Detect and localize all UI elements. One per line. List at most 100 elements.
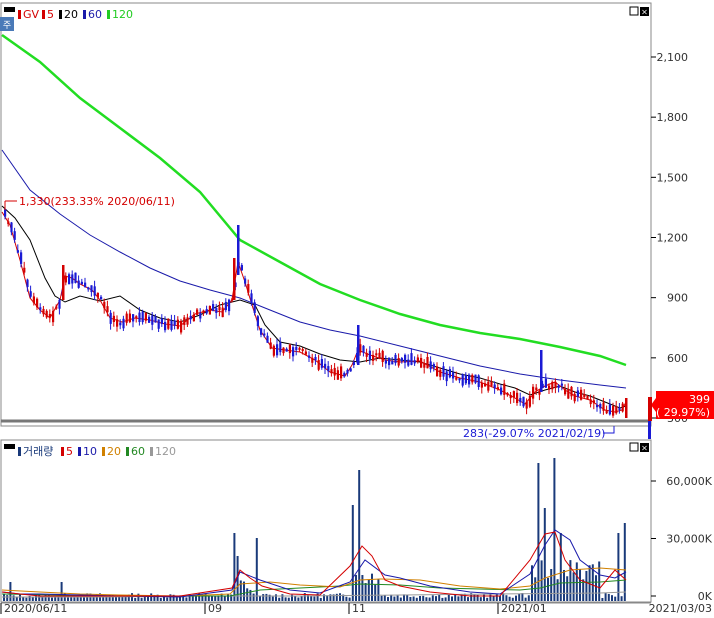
volume-bar (287, 597, 290, 601)
volume-bar (185, 597, 188, 601)
volume-y-tick-label: 60,000K (666, 475, 712, 488)
candle-body (263, 333, 266, 336)
volume-bar (422, 595, 425, 601)
candle-body (32, 296, 35, 304)
candle-body (525, 401, 528, 409)
y-tick-label: 600 (667, 352, 688, 365)
legend-item[interactable]: 20 (64, 8, 78, 21)
legend-item[interactable]: 거래량 (23, 445, 53, 458)
candle-body (357, 325, 360, 365)
volume-bar (572, 572, 575, 601)
legend-item[interactable]: 10 (83, 445, 97, 458)
volume-bar (278, 597, 281, 601)
volume-bar (444, 597, 447, 601)
candle-body (16, 250, 19, 253)
volume-bar (438, 594, 441, 601)
high-annotation: 1,330(233.33% 2020/06/11) (19, 195, 175, 208)
candle-body (29, 291, 32, 297)
volume-bar (415, 597, 418, 601)
candle-body (608, 404, 611, 415)
volume-bar (579, 569, 581, 601)
candle-body (394, 354, 397, 364)
volume-bar (60, 582, 63, 601)
volume-bar (399, 597, 402, 601)
legend-item[interactable]: 5 (47, 8, 54, 21)
volume-bar (124, 596, 127, 601)
candle-body (52, 310, 55, 323)
candle-body (576, 390, 579, 397)
maximize-icon[interactable] (629, 6, 639, 16)
candle-body (96, 292, 99, 298)
candle-body (20, 252, 23, 264)
volume-bar (547, 577, 549, 601)
volume-bar (275, 594, 277, 601)
volume-bar (207, 596, 210, 601)
candle-body (560, 383, 563, 386)
legend-item[interactable]: 120 (112, 8, 133, 21)
panel-menu-icon[interactable] (4, 7, 15, 12)
candle-body (493, 384, 496, 389)
candle-body (496, 387, 499, 390)
volume-bar (559, 533, 562, 601)
candle-body (314, 356, 317, 361)
x-label-1: 2020/06/11 (4, 602, 67, 615)
candle-body (455, 377, 458, 380)
candle-body (404, 354, 407, 363)
candle-body (474, 374, 477, 383)
volume-bar (150, 593, 153, 601)
stock-chart[interactable]: 주 × GV 5 20 60 120 1,330(233.33% 2020/06/11)… (0, 0, 714, 618)
volume-maximize-icon[interactable] (629, 442, 639, 452)
volume-menu-icon[interactable] (4, 444, 15, 449)
price-panel[interactable]: 주 × GV 5 20 60 120 1,330(233.33% 2020/06/11)… (0, 2, 652, 440)
volume-panel[interactable]: × 거래량 5 10 20 60 120 (0, 439, 652, 603)
candle-body (439, 369, 442, 377)
volume-bar (361, 575, 364, 601)
candle-body (426, 356, 429, 369)
candle-body (93, 286, 96, 296)
legend-item[interactable]: 60 (88, 8, 102, 21)
candle-body (212, 304, 215, 311)
price-legend: GV 5 20 60 120 (18, 8, 133, 21)
candle-body (336, 370, 339, 380)
volume-bar (214, 596, 217, 601)
candle-body (445, 371, 448, 382)
volume-bar (419, 595, 421, 601)
legend-item[interactable]: 120 (155, 445, 176, 458)
volume-bar (620, 596, 623, 601)
y-tick-label: 1,200 (657, 232, 689, 245)
candle-body (368, 350, 371, 360)
volume-bar (371, 573, 373, 601)
volume-bar (259, 595, 261, 601)
candle-body (138, 312, 141, 322)
legend-swatch (18, 447, 21, 456)
candle-body (436, 366, 439, 377)
legend-item[interactable]: 60 (131, 445, 145, 458)
volume-bar (12, 595, 15, 601)
volume-bar (431, 595, 434, 601)
candle-body (381, 350, 384, 363)
legend-item[interactable]: GV (23, 8, 40, 21)
candle-body (528, 395, 531, 407)
candle-body (90, 285, 93, 293)
candle-body (573, 393, 576, 402)
candle-body (221, 307, 224, 318)
legend-item[interactable]: 20 (107, 445, 121, 458)
candle-body (548, 385, 551, 390)
legend-item[interactable]: 5 (66, 445, 73, 458)
candle-body (397, 358, 400, 366)
candle-body (42, 308, 45, 315)
volume-bar (585, 570, 588, 601)
candle-body (100, 296, 103, 300)
candle-body (77, 280, 80, 288)
candle-body (301, 348, 304, 352)
volume-bar (351, 505, 354, 601)
volume-bar (527, 595, 530, 601)
candle-body (199, 313, 202, 319)
candle-body (378, 352, 381, 358)
candle-body (413, 360, 416, 364)
volume-bar (563, 569, 565, 601)
volume-bar (524, 597, 527, 601)
y-tick-label: 900 (667, 292, 688, 305)
volume-y-tick-label: 30,000K (666, 533, 712, 546)
candle-body (144, 312, 147, 321)
